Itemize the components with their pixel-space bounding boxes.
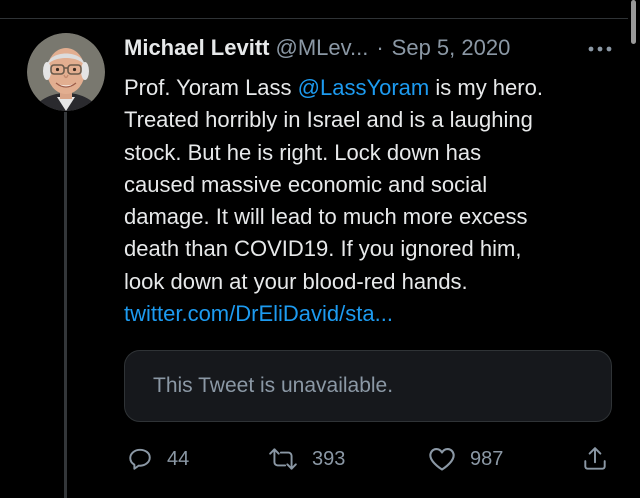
tweet-header: Michael Levitt @MLev... · Sep 5, 2020 bbox=[124, 33, 614, 63]
tweet-date[interactable]: Sep 5, 2020 bbox=[392, 35, 511, 61]
retweet-button[interactable]: 393 bbox=[268, 440, 345, 478]
reply-icon bbox=[129, 448, 151, 470]
header-separator: · bbox=[376, 35, 384, 60]
mention-link[interactable]: @LassYoram bbox=[298, 75, 430, 100]
avatar-image bbox=[27, 33, 105, 111]
tweet-action-bar: 44 393 987 bbox=[0, 440, 640, 478]
retweet-count: 393 bbox=[312, 447, 346, 470]
retweet-icon bbox=[269, 448, 297, 470]
scrollbar-thumb[interactable] bbox=[631, 0, 636, 44]
tweet-line-7: look down at your blood-red hands. bbox=[124, 268, 468, 294]
tweet-line-2: Treated horribly in Israel and is a laug… bbox=[124, 107, 533, 133]
author-handle[interactable]: @MLev... bbox=[275, 35, 368, 61]
like-button[interactable]: 987 bbox=[428, 440, 503, 478]
tweet-url-link[interactable]: twitter.com/DrEliDavid/sta... bbox=[124, 298, 604, 330]
more-dots-icon[interactable] bbox=[586, 37, 614, 61]
share-icon bbox=[584, 447, 606, 470]
tweet-line-1: Prof. Yoram Lass @LassYoram is my hero. bbox=[124, 72, 604, 104]
like-count: 987 bbox=[470, 447, 504, 470]
reply-count: 44 bbox=[167, 447, 190, 470]
reply-button[interactable]: 44 bbox=[127, 440, 189, 478]
tweet-line-1-suffix: is my hero. bbox=[429, 75, 543, 100]
quoted-tweet-card[interactable]: This Tweet is unavailable. bbox=[124, 350, 612, 422]
tweet-line-4: caused massive economic and social bbox=[124, 171, 488, 197]
tweet-line-1-prefix: Prof. Yoram Lass bbox=[124, 75, 298, 100]
avatar[interactable] bbox=[27, 33, 105, 111]
heart-icon bbox=[429, 448, 455, 471]
author-display-name[interactable]: Michael Levitt bbox=[124, 35, 269, 61]
tweet-text: Prof. Yoram Lass @LassYoram is my hero. … bbox=[124, 72, 604, 330]
tweet-line-5: damage. It will lead to much more excess bbox=[124, 204, 528, 230]
top-divider bbox=[0, 18, 628, 19]
tweet-line-3: stock. But he is right. Lock down has bbox=[124, 139, 482, 165]
share-button[interactable] bbox=[582, 440, 608, 478]
tweet-line-6: death than COVID19. If you ignored him, bbox=[124, 236, 522, 262]
quoted-tweet-unavailable-text: This Tweet is unavailable. bbox=[153, 374, 394, 397]
